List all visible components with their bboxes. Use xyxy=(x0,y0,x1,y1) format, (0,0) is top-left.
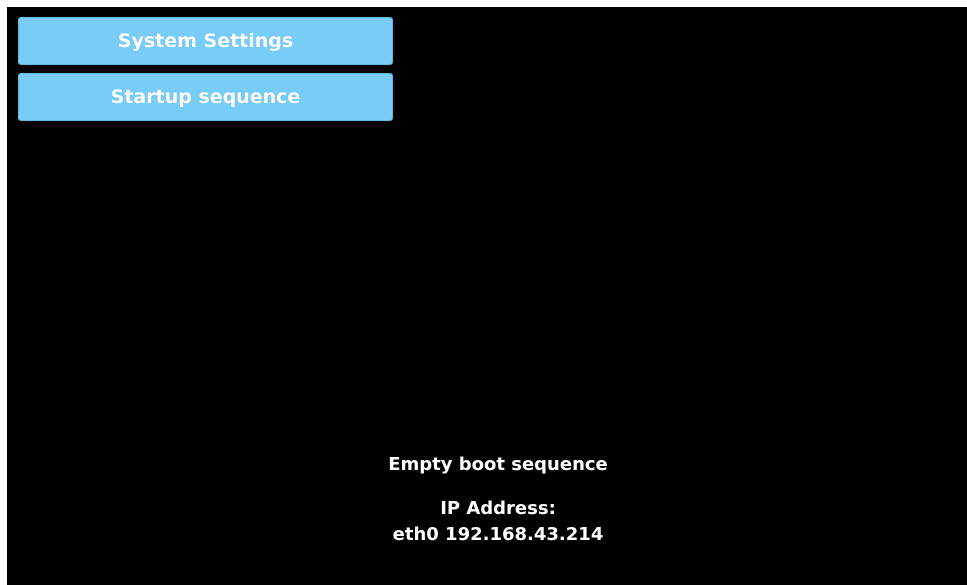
device-screen: System Settings Startup sequence Empty b… xyxy=(7,7,967,585)
startup-sequence-button[interactable]: Startup sequence xyxy=(18,73,393,121)
screen-frame: System Settings Startup sequence Empty b… xyxy=(0,0,967,585)
ip-address-value: eth0 192.168.43.214 xyxy=(392,524,604,545)
ip-address-label: IP Address: xyxy=(440,498,556,519)
system-settings-button[interactable]: System Settings xyxy=(18,17,393,65)
boot-status-message: Empty boot sequence xyxy=(388,454,608,475)
